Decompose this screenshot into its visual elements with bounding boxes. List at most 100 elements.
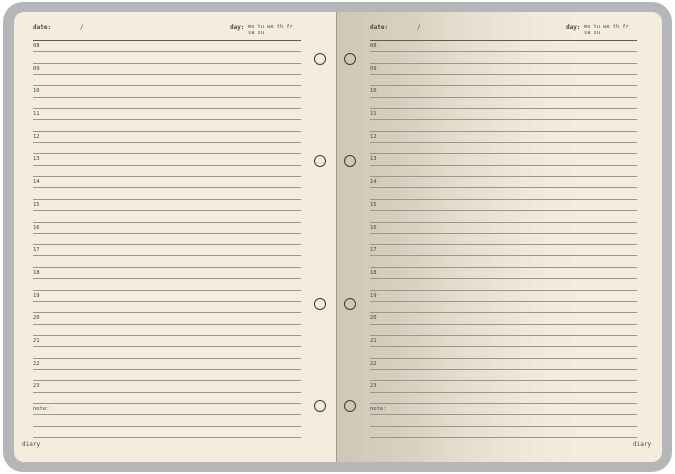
hour-row: 10 [33,85,301,110]
hour-row: 13 [33,153,301,178]
writing-line [33,119,301,121]
right-footer-label: diary [633,441,652,448]
hour-row: 18 [370,267,637,291]
writing-line [33,164,301,166]
hour-row: 12 [33,131,301,155]
writing-line [370,119,637,121]
writing-line [370,436,637,438]
hour-row: 08 [370,40,637,64]
date-separator: / [80,24,84,31]
writing-line [33,323,301,325]
hour-label: 14 [370,179,377,186]
writing-line [33,414,301,416]
binder-ring-hole [314,298,326,310]
writing-line [370,300,637,302]
hour-row: 15 [370,199,637,223]
hour-row: 19 [370,290,637,314]
hour-row: 12 [370,131,637,155]
note-row: note: [370,403,637,427]
writing-line [370,368,637,370]
writing-line [33,73,301,75]
hour-row: 20 [370,312,637,336]
note-row: note: [33,403,301,427]
writing-line [370,164,637,166]
left-page-header: date: / day: mo tu we th fr sa su [33,24,301,36]
hour-row: 20 [33,312,301,336]
hour-row: 13 [370,153,637,178]
writing-line [370,414,637,416]
hour-label: 12 [370,133,377,140]
binder-ring-hole [314,400,326,412]
writing-line [370,255,637,257]
writing-line [370,51,637,53]
writing-line [370,210,637,212]
hour-label: 17 [33,247,40,254]
hour-row: 17 [370,244,637,268]
writing-line [370,142,637,144]
writing-line [33,391,301,393]
hour-row: 23 [33,380,301,404]
hour-label: 11 [370,111,377,118]
hour-row: 09 [370,63,637,87]
hour-label: 19 [33,292,40,299]
day-label: day: [566,24,581,31]
hour-row: 16 [33,222,301,246]
hour-row: 21 [370,335,637,359]
note-extra-row [370,426,637,449]
writing-line [33,142,301,144]
writing-line [33,232,301,234]
hour-label: 21 [33,337,40,344]
hour-label: 19 [370,292,377,299]
hour-label: 18 [370,269,377,276]
binder-ring-hole [344,298,356,310]
writing-line [33,210,301,212]
hour-row: 22 [370,358,637,382]
hour-label: 22 [370,360,377,367]
binder-ring-hole [314,155,326,167]
date-separator: / [417,24,421,31]
hour-row: 21 [33,335,301,359]
writing-line [33,300,301,302]
hour-label: 20 [33,315,40,322]
hour-row: 14 [370,176,637,200]
hour-label: 23 [370,383,377,390]
hour-label: 14 [33,179,40,186]
hour-label: 17 [370,247,377,254]
hour-label: 13 [370,156,377,163]
binder-ring-hole [344,155,356,167]
writing-line [370,278,637,280]
writing-line [370,391,637,393]
writing-line [33,346,301,348]
hour-row: 16 [370,222,637,246]
hour-label: 15 [33,201,40,208]
hour-label: 11 [33,111,40,118]
hour-label: 09 [33,65,40,72]
writing-line [370,346,637,348]
note-extra-row [33,426,301,449]
hour-row: 11 [33,108,301,132]
hour-row: 15 [33,199,301,223]
writing-line [33,96,301,98]
writing-line [33,51,301,53]
hour-label: 18 [33,269,40,276]
spine-fold [336,12,337,462]
hour-label: 10 [370,88,377,95]
writing-line [370,96,637,98]
binder-ring-hole [344,53,356,65]
date-label: date: [33,24,52,31]
hour-row: 14 [33,176,301,200]
hour-row: 10 [370,85,637,110]
binder-ring-hole [344,400,356,412]
hour-label: 09 [370,65,377,72]
hour-label: 22 [33,360,40,367]
writing-line [370,73,637,75]
hour-row: 23 [370,380,637,404]
writing-line [370,187,637,189]
note-label: note: [33,406,50,412]
hour-row: 17 [33,244,301,268]
writing-line [33,278,301,280]
hour-label: 08 [33,43,40,49]
hour-label: 08 [370,43,377,49]
hour-label: 13 [33,156,40,163]
writing-line [33,436,301,438]
